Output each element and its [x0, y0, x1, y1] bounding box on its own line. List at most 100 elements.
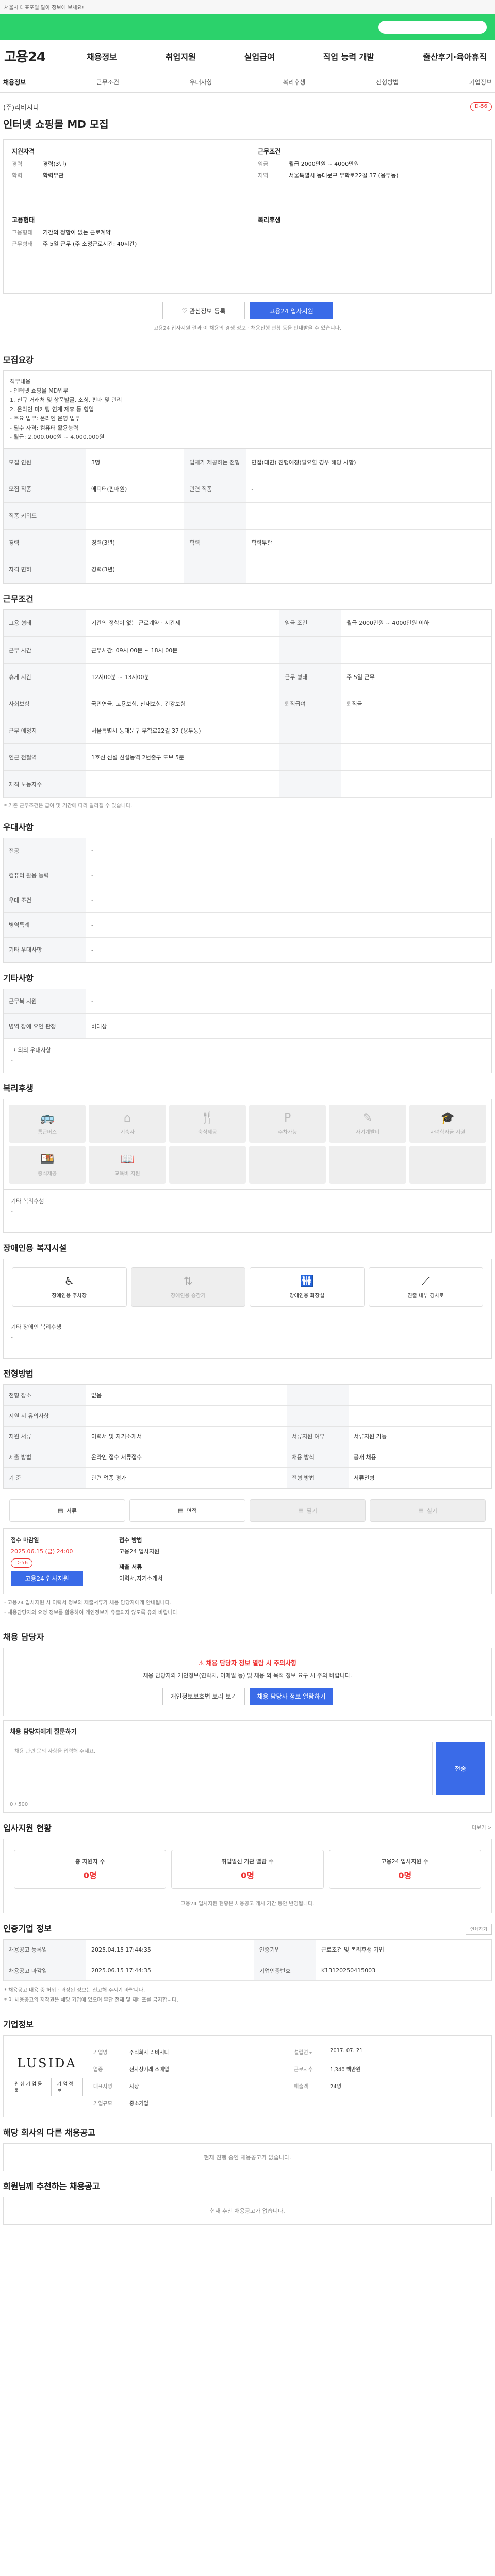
nav-item-1[interactable]: 취업지원 [166, 50, 196, 62]
condition-row: 재직 노동자수 [4, 770, 491, 798]
tab-3[interactable]: 복리후생 [283, 78, 305, 87]
summary-cond-key: 임금 [258, 161, 269, 167]
recruit-key2: 학력 [184, 529, 246, 556]
welfare-label: 자기계발비 [355, 1130, 380, 1136]
apply-method-label: 접수 방법 [119, 1536, 142, 1544]
company-row: 근로자수 1,340 백만원 [294, 2065, 484, 2076]
recruit-desc-line: - 필수 자격: 컴퓨터 활용능력 [10, 425, 78, 431]
summary-cond-value: 월급 2000만원 ~ 4000만원 [289, 161, 359, 167]
qa-textarea[interactable]: 채용 관련 문의 사항을 입력해 주세요. [10, 1741, 433, 1795]
recruit-row: 직종 키워드 [4, 502, 491, 530]
selection-note: - 채용담당자의 요청 정보를 활용하여 개인정보가 유출되지 않도록 유의 바… [4, 1609, 179, 1616]
summary-qual-key: 경력 [12, 161, 23, 167]
condition-key2 [279, 717, 342, 744]
company-value: 주식회사 리비시다 [129, 2050, 169, 2056]
summary-qual-row: 학력 학력무관 [12, 171, 237, 179]
job-summary: 지원자격 경력 경력(3년) 학력 학력무관 고용형태 고용형태 기간의 정함이 없는 근로… [3, 139, 492, 294]
warn-box: ⚠ 채용 담당자 정보 열람 시 주의사항 채용 담당자와 개인정보(연락처, … [3, 1647, 492, 1716]
welfare-item [329, 1146, 406, 1184]
etc-row: 근무복 지원 - [4, 989, 491, 1014]
welfare-label: 자녀학자금 지원 [430, 1130, 466, 1136]
status-value: 0명 [83, 1870, 97, 1880]
interest-button[interactable]: ♡ 관심정보 등록 [162, 302, 245, 319]
pref-row: 컴퓨터 활용 능력 - [4, 863, 491, 888]
tab-5[interactable]: 기업정보 [469, 78, 492, 87]
tab-0[interactable]: 채용정보 [3, 78, 26, 87]
recruit-key2: 업체가 제공하는 전형 [184, 449, 246, 476]
recruit-box: 직무내용 - 인터넷 쇼핑몰 MD업무 1. 신규 거래처 및 상품발굴, 소싱, … [3, 370, 492, 584]
summary-qual-value: 학력무관 [43, 172, 64, 179]
print-button[interactable]: 인쇄하기 [465, 1923, 492, 1935]
status-more-link[interactable]: 더보기 > [472, 1823, 492, 1831]
tab-4[interactable]: 전형방법 [376, 78, 399, 87]
summary-type-title: 고용형태 [12, 216, 35, 224]
welfare-item: 📖 교육비 지원 [89, 1146, 166, 1184]
pref-title: 우대사항 [3, 822, 34, 832]
selection-key2: 서류지원 여부 [286, 1426, 349, 1447]
summary-cond-key: 지역 [258, 172, 269, 179]
company-button[interactable]: 관심기업등록 [11, 2078, 52, 2096]
recruit-table: 모집 인원 3명 업체가 제공하는 전형 면접(대면) 진행예정(필요할 경우 해당 … [4, 449, 491, 583]
condition-key2 [279, 636, 342, 664]
recruit-desc-line: 1. 신규 거래처 및 상품발굴, 소싱, 판매 및 관리 [10, 397, 122, 403]
summary-type-row: 고용형태 기간의 정함이 없는 근로계약 [12, 228, 237, 236]
view-contact-button[interactable]: 채용 담당자 정보 열람하기 [250, 1687, 333, 1705]
apply-title: 채용 담당자 [3, 1632, 44, 1642]
condition-key: 휴게 시간 [4, 663, 86, 690]
condition-key: 인근 전철역 [4, 743, 86, 771]
company-key: 매출액 [294, 2084, 308, 2090]
period-title: 인증기업 정보 인쇄하기 [0, 1913, 495, 1939]
summary-cond-row: 임금 월급 2000만원 ~ 4000만원 [258, 160, 483, 168]
apply-method-value: 고용24 입사지원 [119, 1548, 160, 1555]
selection-key: 지원 서류 [4, 1426, 86, 1447]
recruit-row: 자격 면허 경력(3년) [4, 556, 491, 583]
selection-key: 전형 장소 [4, 1385, 86, 1406]
sub-tabs: 채용정보 근무조건 우대사항 복리후생 전형방법 기업정보 [0, 72, 495, 93]
selection-notes: - 고용24 입사지원 시 이력서 정보와 제출서류가 채용 담당자에게 안내됩… [0, 1594, 495, 1622]
app-logo[interactable]: 고용24 [4, 46, 87, 65]
selection-value [86, 1405, 287, 1427]
condition-value [86, 770, 280, 798]
barrier-item: 🚻 장애인용 화장실 [250, 1267, 365, 1307]
welfare-item: ✎ 자기계발비 [329, 1105, 406, 1143]
company-value: 2017. 07. 21 [330, 2048, 363, 2054]
period-table: 채용공고 등록일 2025.04.15 17:44:35 인증기업 근로조건 및 복리… [4, 1939, 491, 1981]
job-header: (주)리비시다 인터넷 쇼핑몰 MD 모집 D-56 [0, 93, 495, 136]
status-value: 0명 [398, 1870, 412, 1880]
status-item: 총 지원자 수 0명 [14, 1849, 167, 1889]
apply-button[interactable]: 고용24 입사지원 [250, 302, 333, 319]
pref-table: 전공 - 컴퓨터 활용 능력 - 우대 조건 - 병역특례 - 기타 우대사항 - [4, 838, 491, 962]
nav-item-4[interactable]: 출산후기·육아휴직 [423, 50, 487, 62]
nav-item-3[interactable]: 직업 능력 개발 [323, 50, 374, 62]
selection-value: 없음 [86, 1385, 287, 1406]
welfare-grid: 🚌 통근버스 ⌂ 기숙사 🍴 숙식제공 P 주차가능 ✎ 자기계발비 🎓 자녀학자금 지원 🍱 중식제공 📖… [4, 1099, 491, 1189]
welfare-icon: P [284, 1112, 291, 1125]
apply-button-2[interactable]: 고용24 입사지원 [11, 1570, 83, 1586]
welfare-item [169, 1146, 246, 1184]
recruit-key: 자격 면허 [4, 556, 86, 583]
nav-item-0[interactable]: 채용정보 [87, 50, 117, 62]
nav-item-2[interactable]: 실업급여 [244, 50, 275, 62]
company-key: 업종 [93, 2067, 103, 2073]
recruit-value2: 학력무관 [246, 529, 491, 556]
condition-value2: 월급 2000만원 ~ 4000만원 이하 [341, 609, 491, 637]
selection-value: 이력서 및 자기소개서 [86, 1426, 287, 1447]
etc-value: - [86, 989, 491, 1014]
method-item: ▤ 실기 [370, 1499, 486, 1522]
summary-qual-value: 경력(3년) [43, 161, 67, 167]
selection-row: 기 준 관련 업종 평가 전형 방법 서류전형 [4, 1467, 491, 1488]
qa-send-button[interactable]: 전송 [436, 1741, 485, 1795]
selection-value2: 서류지원 가능 [348, 1426, 491, 1447]
tab-1[interactable]: 근무조건 [96, 78, 119, 87]
privacy-law-button[interactable]: 개인정보보호법 보러 보기 [162, 1687, 245, 1705]
pref-value: - [86, 863, 491, 888]
company-button[interactable]: 기업정보 [53, 2078, 83, 2096]
welfare-icon: ✎ [362, 1112, 373, 1125]
selection-value2 [348, 1405, 491, 1427]
status-label: 취업알선 기관 열람 수 [221, 1858, 274, 1865]
company-name[interactable]: (주)리비시다 [3, 102, 109, 112]
search-input[interactable] [378, 21, 487, 34]
tab-2[interactable]: 우대사항 [190, 78, 212, 87]
conditions-title: 근무조건 [3, 594, 34, 604]
company-logo-text: LUSIDA [17, 2056, 77, 2071]
